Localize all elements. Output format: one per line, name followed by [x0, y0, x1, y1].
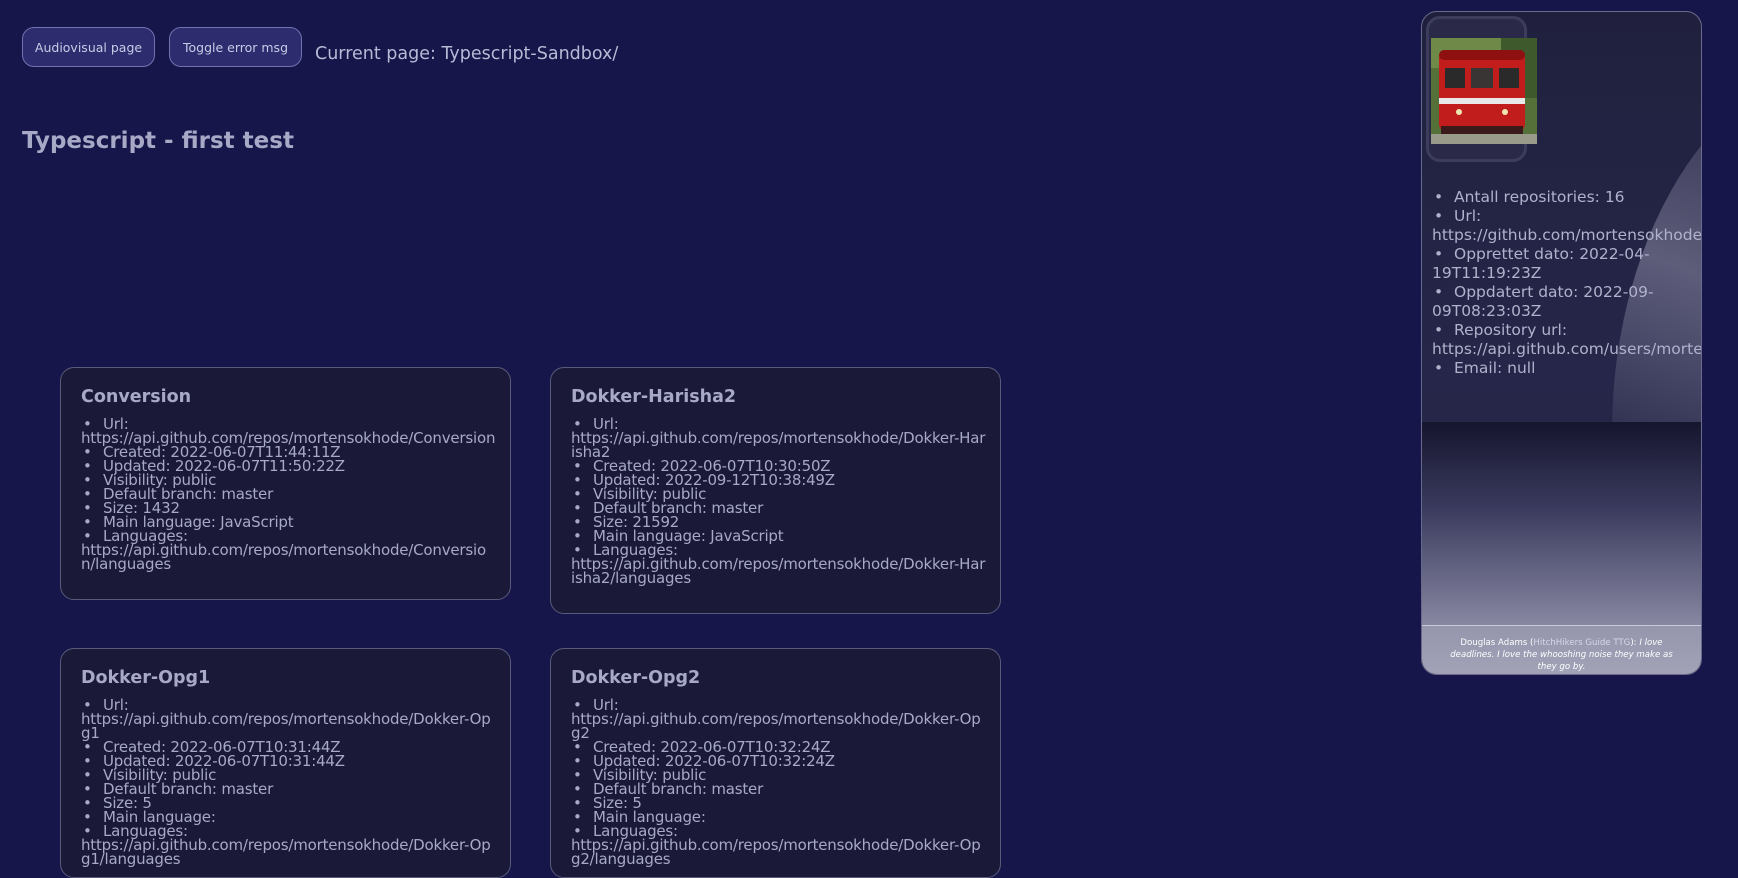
page-title: Typescript - first test — [22, 128, 294, 154]
avatar — [1431, 38, 1537, 144]
profile-repo-url: Repository url:https://api.github.com/us… — [1432, 321, 1701, 359]
repo-languages: Languages:https://api.github.com/repos/m… — [571, 824, 988, 867]
profile-repo-count: Antall repositories: 16 — [1432, 188, 1701, 207]
repo-languages: Languages:https://api.github.com/repos/m… — [571, 543, 988, 586]
profile-url: Url:https://github.com/mortensokhode — [1432, 207, 1701, 245]
repo-url: Url:https://api.github.com/repos/mortens… — [571, 417, 988, 460]
profile-details: Antall repositories: 16 Url:https://gith… — [1432, 188, 1701, 378]
repo-name: Dokker-Opg2 — [571, 668, 701, 688]
panel-gradient — [1422, 422, 1701, 636]
repo-details: Url:https://api.github.com/repos/mortens… — [571, 417, 988, 586]
repo-card: Conversion Url:https://api.github.com/re… — [60, 367, 511, 600]
repo-details: Url:https://api.github.com/repos/mortens… — [81, 417, 498, 572]
repo-card: Dokker-Harisha2 Url:https://api.github.c… — [550, 367, 1001, 614]
repo-name: Dokker-Opg1 — [81, 668, 211, 688]
profile-created: Opprettet dato: 2022-04-19T11:19:23Z — [1432, 245, 1701, 283]
repo-details: Url:https://api.github.com/repos/mortens… — [571, 698, 988, 867]
profile-updated: Oppdatert dato: 2022-09-09T08:23:03Z — [1432, 283, 1701, 321]
repo-card: Dokker-Opg1 Url:https://api.github.com/r… — [60, 648, 511, 878]
repo-url: Url:https://api.github.com/repos/mortens… — [81, 417, 498, 446]
repo-name: Conversion — [81, 387, 192, 407]
repo-languages: Languages:https://api.github.com/repos/m… — [81, 529, 498, 572]
profile-panel: Antall repositories: 16 Url:https://gith… — [1421, 11, 1702, 675]
audiovisual-page-button[interactable]: Audiovisual page — [22, 27, 155, 67]
repo-languages: Languages:https://api.github.com/repos/m… — [81, 824, 498, 867]
repo-card: Dokker-Opg2 Url:https://api.github.com/r… — [550, 648, 1001, 878]
toggle-error-button[interactable]: Toggle error msg — [169, 27, 302, 67]
current-page-label: Current page: Typescript-Sandbox/ — [315, 44, 619, 64]
repo-details: Url:https://api.github.com/repos/mortens… — [81, 698, 498, 867]
quote-footer: Douglas Adams (HitchHikers Guide TTG): I… — [1422, 625, 1701, 674]
red-tram-photo-icon — [1431, 38, 1537, 144]
repo-url: Url:https://api.github.com/repos/mortens… — [81, 698, 498, 741]
repo-name: Dokker-Harisha2 — [571, 387, 737, 407]
quote-source: HitchHikers Guide TTG — [1533, 638, 1631, 648]
repo-url: Url:https://api.github.com/repos/mortens… — [571, 698, 988, 741]
quote-author: Douglas Adams — [1460, 638, 1528, 648]
profile-email: Email: null — [1432, 359, 1701, 378]
